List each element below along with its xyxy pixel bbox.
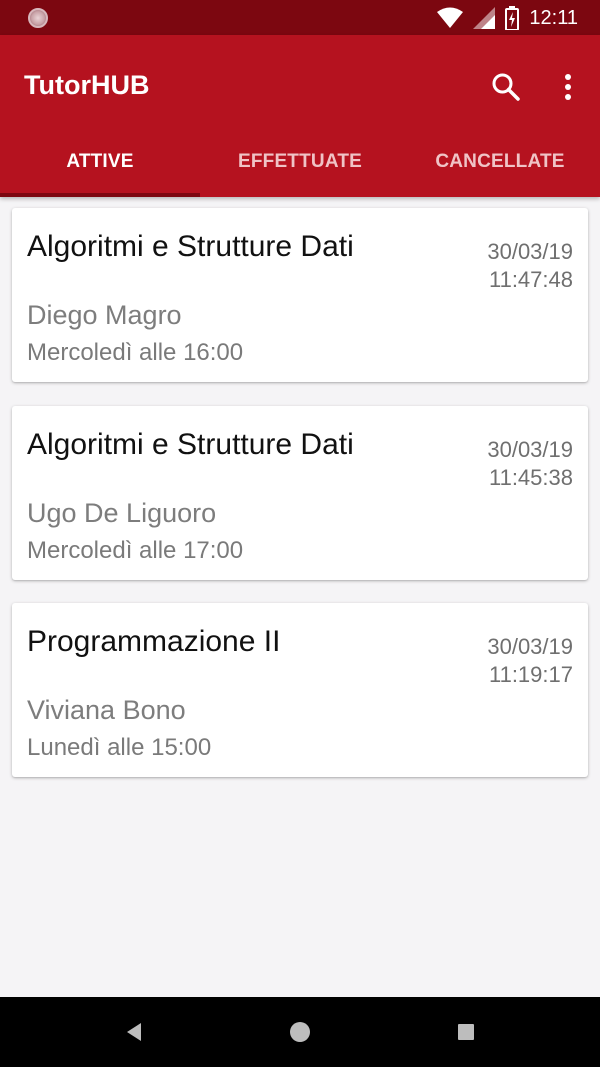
booking-card[interactable]: Programmazione II 30/03/19 11:19:17 Vivi… [12, 603, 588, 777]
home-icon [290, 1022, 310, 1042]
status-time: 12:11 [529, 6, 578, 29]
booking-date: 30/03/19 [487, 634, 573, 659]
booking-timestamp: 30/03/19 11:19:17 [487, 633, 573, 689]
tutor-name: Viviana Bono [27, 695, 186, 725]
tab-attive[interactable]: ATTIVE [0, 127, 200, 197]
status-icons: 12:11 [437, 6, 578, 30]
app-bar: TutorHUB ATTIVE EFFETTUATE CANCELLATE [0, 35, 600, 197]
recents-button[interactable] [453, 1019, 479, 1045]
overflow-menu-button[interactable] [554, 71, 582, 103]
battery-charging-icon [505, 6, 520, 30]
tab-effettuate[interactable]: EFFETTUATE [200, 127, 400, 197]
tab-indicator [0, 193, 200, 197]
search-button[interactable] [490, 71, 522, 103]
booking-card[interactable]: Algoritmi e Strutture Dati 30/03/19 11:4… [12, 208, 588, 382]
booking-card[interactable]: Algoritmi e Strutture Dati 30/03/19 11:4… [12, 406, 588, 580]
booking-timestamp: 30/03/19 11:45:38 [487, 436, 573, 492]
recents-icon [458, 1024, 474, 1040]
lesson-slot: Lunedì alle 15:00 [27, 734, 212, 761]
lesson-slot: Mercoledì alle 16:00 [27, 339, 244, 366]
lesson-slot: Mercoledì alle 17:00 [27, 537, 244, 564]
booking-date: 30/03/19 [487, 239, 573, 264]
home-button[interactable] [287, 1019, 313, 1045]
back-icon [127, 1023, 141, 1041]
more-vert-icon [565, 74, 571, 100]
tab-cancellate[interactable]: CANCELLATE [400, 127, 600, 197]
course-name: Algoritmi e Strutture Dati [27, 230, 354, 263]
navigation-bar [0, 997, 600, 1067]
booking-time: 11:19:17 [488, 662, 573, 687]
tab-label: ATTIVE [66, 151, 134, 172]
tab-label: EFFETTUATE [237, 151, 363, 172]
booking-time: 11:47:48 [488, 267, 573, 292]
wifi-icon [437, 7, 464, 28]
course-name: Programmazione II [27, 625, 281, 658]
booking-date: 30/03/19 [487, 437, 573, 462]
notification-icon [28, 8, 48, 28]
booking-time: 11:45:38 [488, 465, 573, 490]
tab-label: CANCELLATE [435, 151, 565, 172]
booking-timestamp: 30/03/19 11:47:48 [487, 238, 573, 294]
course-name: Algoritmi e Strutture Dati [27, 428, 354, 461]
search-icon [492, 73, 520, 101]
status-bar: 12:11 [0, 0, 600, 35]
back-button[interactable] [121, 1019, 147, 1045]
signal-icon [473, 7, 496, 29]
app-title: TutorHUB [24, 70, 150, 100]
tutor-name: Diego Magro [27, 300, 182, 330]
tab-bar: ATTIVE EFFETTUATE CANCELLATE [0, 127, 600, 197]
tutor-name: Ugo De Liguoro [27, 498, 217, 528]
